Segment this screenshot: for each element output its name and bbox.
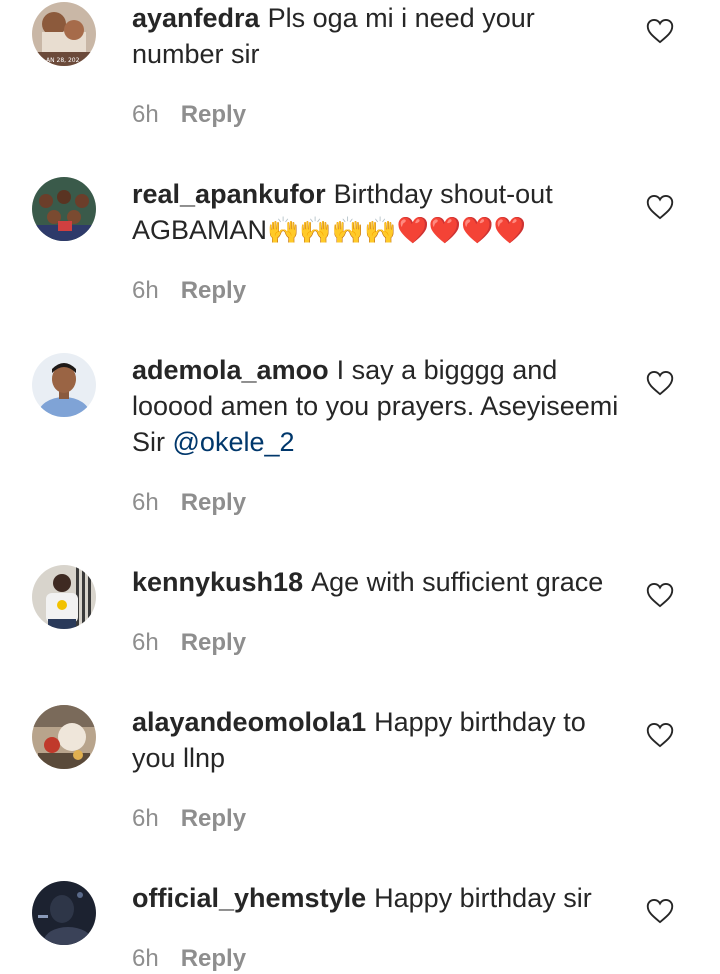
comment-username[interactable]: kennykush18 — [132, 567, 303, 597]
reply-button[interactable]: Reply — [181, 629, 246, 656]
avatar[interactable]: AN 28, 202 — [32, 2, 96, 66]
comment-text: real_apankufor Birthday shout-out AGBAMAN… — [132, 176, 624, 249]
comment-time: 6h — [132, 101, 159, 128]
comment-meta: 6h Reply — [132, 628, 246, 658]
comment-text: ayanfedra Pls oga mi i need your number s… — [132, 0, 624, 72]
comment-time: 6h — [132, 945, 159, 972]
heart-emoji: ❤️❤️❤️❤️ — [396, 216, 527, 246]
avatar-caption: AN 28, 202 — [46, 57, 80, 64]
comment-text: official_yhemstyle Happy birthday sir — [132, 880, 624, 916]
avatar[interactable] — [32, 177, 96, 241]
avatar[interactable] — [32, 565, 96, 629]
comment-meta: 6h Reply — [132, 804, 246, 834]
comment-time: 6h — [132, 805, 159, 832]
comment-username[interactable]: ademola_amoo — [132, 355, 329, 385]
comment-username[interactable]: ayanfedra — [132, 3, 260, 33]
comment-text: alayandeomolola1 Happy birthday to you ll… — [132, 704, 624, 776]
heart-outline-icon[interactable] — [646, 898, 674, 924]
heart-outline-icon[interactable] — [646, 18, 674, 44]
comment-meta: 6h Reply — [132, 944, 246, 974]
heart-outline-icon[interactable] — [646, 194, 674, 220]
comment-body: Happy birthday sir — [374, 883, 592, 913]
heart-outline-icon[interactable] — [646, 582, 674, 608]
raising-hands-emoji: 🙌🙌🙌🙌 — [267, 216, 397, 246]
mention-link[interactable]: @okele_2 — [173, 427, 295, 457]
comment-body: Age with sufficient grace — [311, 567, 604, 597]
comment-username[interactable]: alayandeomolola1 — [132, 707, 366, 737]
comment-text: ademola_amoo I say a bigggg and looood am… — [132, 352, 624, 460]
comment-username[interactable]: real_apankufor — [132, 179, 326, 209]
comment-meta: 6h Reply — [132, 276, 246, 306]
comment-text: kennykush18 Age with sufficient grace — [132, 564, 624, 600]
reply-button[interactable]: Reply — [181, 277, 246, 304]
comment-time: 6h — [132, 489, 159, 516]
avatar[interactable] — [32, 705, 96, 769]
heart-outline-icon[interactable] — [646, 722, 674, 748]
comment-meta: 6h Reply — [132, 488, 246, 518]
reply-button[interactable]: Reply — [181, 489, 246, 516]
avatar[interactable] — [32, 353, 96, 417]
heart-outline-icon[interactable] — [646, 370, 674, 396]
comment-time: 6h — [132, 277, 159, 304]
reply-button[interactable]: Reply — [181, 101, 246, 128]
comment-username[interactable]: official_yhemstyle — [132, 883, 366, 913]
reply-button[interactable]: Reply — [181, 805, 246, 832]
comment-time: 6h — [132, 629, 159, 656]
reply-button[interactable]: Reply — [181, 945, 246, 972]
avatar[interactable] — [32, 881, 96, 945]
comment-meta: 6h Reply — [132, 100, 246, 130]
